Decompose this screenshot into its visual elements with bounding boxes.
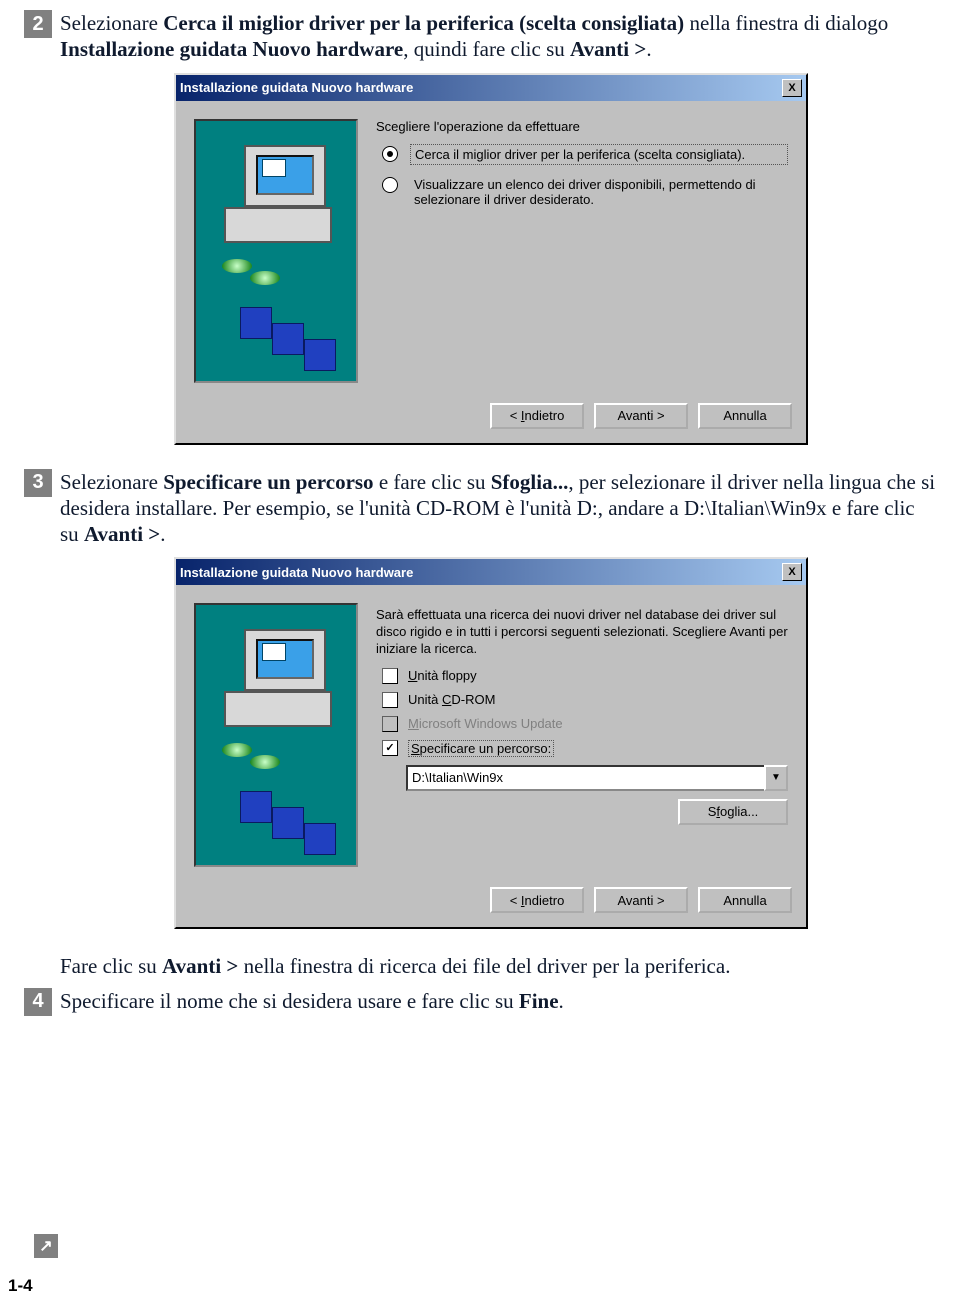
- checkbox-icon: [382, 668, 398, 684]
- checkbox-windows-update: Microsoft Windows Update: [376, 716, 788, 732]
- window-title: Installazione guidata Nuovo hardware: [180, 80, 782, 95]
- checkbox-specify-path[interactable]: Specificare un percorso:: [376, 740, 788, 757]
- titlebar: Installazione guidata Nuovo hardware X: [176, 75, 806, 101]
- step-text: Fare clic su Avanti > nella finestra di …: [60, 953, 730, 979]
- step-number: 2: [24, 10, 52, 38]
- wizard-dialog-1: Installazione guidata Nuovo hardware X S…: [174, 73, 936, 445]
- radio-list-drivers[interactable]: Visualizzare un elenco dei driver dispon…: [376, 175, 788, 209]
- close-button[interactable]: X: [782, 563, 802, 581]
- instruction-text: Sarà effettuata una ricerca dei nuovi dr…: [376, 607, 788, 658]
- window-title: Installazione guidata Nuovo hardware: [180, 565, 782, 580]
- step-number: 3: [24, 469, 52, 497]
- page-number: 1-4: [8, 1276, 33, 1296]
- path-input[interactable]: D:\Italian\Win9x: [406, 765, 766, 791]
- back-button[interactable]: < Indietro: [490, 887, 584, 913]
- radio-label: Cerca il miglior driver per la periferic…: [410, 144, 788, 165]
- arrow-icon: ↗: [34, 1234, 58, 1258]
- radio-label: Visualizzare un elenco dei driver dispon…: [410, 175, 788, 209]
- radio-icon: [382, 146, 398, 162]
- next-button[interactable]: Avanti >: [594, 887, 688, 913]
- radio-icon: [382, 177, 398, 193]
- cancel-button[interactable]: Annulla: [698, 887, 792, 913]
- wizard-image: [194, 603, 358, 867]
- browse-button[interactable]: Sfoglia...: [678, 799, 788, 825]
- titlebar: Installazione guidata Nuovo hardware X: [176, 559, 806, 585]
- next-button[interactable]: Avanti >: [594, 403, 688, 429]
- checkbox-cdrom[interactable]: Unità CD-ROM: [376, 692, 788, 708]
- prompt-text: Scegliere l'operazione da effettuare: [376, 119, 788, 134]
- checkbox-icon: [382, 692, 398, 708]
- checkbox-icon: [382, 740, 398, 756]
- step-text: Selezionare Specificare un percorso e fa…: [60, 469, 936, 548]
- checkbox-floppy[interactable]: Unità floppy: [376, 668, 788, 684]
- step-3: 3 Selezionare Specificare un percorso e …: [24, 469, 936, 548]
- checkbox-icon: [382, 716, 398, 732]
- cancel-button[interactable]: Annulla: [698, 403, 792, 429]
- step-number: 4: [24, 988, 52, 1016]
- step-2: 2 Selezionare Cerca il miglior driver pe…: [24, 10, 936, 63]
- dropdown-button[interactable]: ▼: [764, 765, 788, 791]
- wizard-dialog-2: Installazione guidata Nuovo hardware X S…: [174, 557, 936, 929]
- close-button[interactable]: X: [782, 79, 802, 97]
- step-text: Specificare il nome che si desidera usar…: [60, 988, 564, 1014]
- radio-best-driver[interactable]: Cerca il miglior driver per la periferic…: [376, 144, 788, 165]
- back-button[interactable]: < Indietro: [490, 403, 584, 429]
- wizard-image: [194, 119, 358, 383]
- step-3b: Fare clic su Avanti > nella finestra di …: [24, 953, 936, 979]
- step-4: 4 Specificare il nome che si desidera us…: [24, 988, 936, 1016]
- step-text: Selezionare Cerca il miglior driver per …: [60, 10, 936, 63]
